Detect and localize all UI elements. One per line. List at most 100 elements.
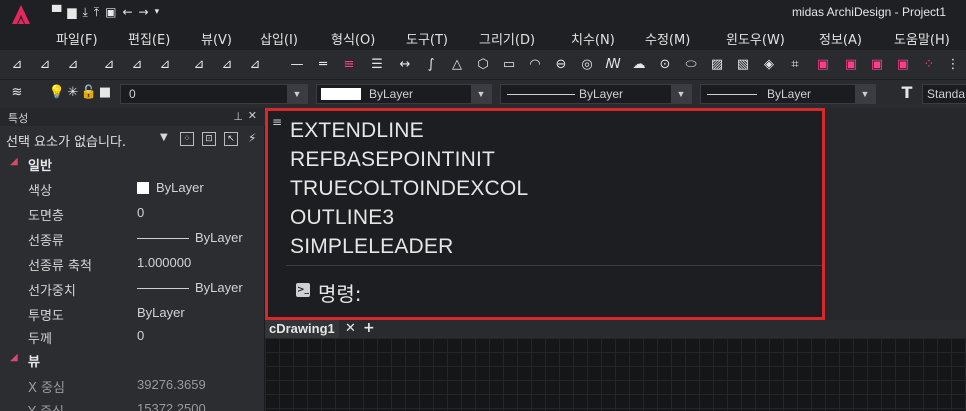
add-tab-icon[interactable]: + [363,320,375,336]
prop-row-center-y[interactable]: Y 중심 15372.2500 [0,397,265,411]
lineweight-select[interactable]: ByLayer ▼ [700,84,876,104]
open-icon[interactable]: ▆ [67,5,76,19]
prop-row-center-x[interactable]: X 중심 39276.3659 [0,373,265,397]
dim-ordinate-icon[interactable]: ⊿ [156,56,174,74]
prop-key: X 중심 [28,381,65,396]
pin-icon[interactable]: ⊥ [233,110,243,123]
command-prompt[interactable]: 명령: [318,278,362,307]
menu-info[interactable]: 정보(A) [819,29,862,48]
chevron-down-icon[interactable]: ▼ [471,85,491,103]
block-create-icon[interactable]: ▣ [842,56,860,74]
polyline-icon[interactable]: ∫ [422,56,440,74]
block-insert-icon[interactable]: ▣ [814,56,832,74]
tab-drawing1[interactable]: cDrawing1 [265,320,339,338]
menu-dimension[interactable]: 치수(N) [571,29,615,48]
quick-select-icon[interactable]: ⁘ [180,132,194,146]
undo-icon[interactable]: ← [122,5,132,19]
export-icon[interactable]: ⤒ [94,5,99,19]
dim-linear-icon[interactable]: ⊿ [8,56,26,74]
midas-logo-icon[interactable] [8,4,34,26]
ellipse-icon[interactable]: ⊙ [656,56,674,74]
customize-icon[interactable]: ▾ [155,5,160,19]
prop-row-thickness[interactable]: 두께 0 [0,324,265,348]
multiline-icon[interactable]: ☰ [368,56,386,74]
menu-file[interactable]: 파일(F) [56,29,98,48]
chevron-down-icon[interactable]: ▼ [671,85,691,103]
gradient-icon[interactable]: ▧ [734,56,752,74]
menu-insert[interactable]: 삽입(I) [260,29,298,48]
menu-icon[interactable]: ≡ [272,115,284,145]
prop-row-layer[interactable]: 도면층 0 [0,201,265,225]
dim-leader-icon[interactable]: ⊿ [246,56,264,74]
double-line-icon[interactable]: ═ [314,56,332,74]
close-icon[interactable]: ✕ [248,109,257,122]
wall-icon[interactable]: ≡ [340,56,358,74]
revcloud-icon[interactable]: ☁ [630,56,648,74]
chevron-down-icon[interactable]: ▼ [855,85,875,103]
line-icon[interactable]: — [288,56,306,74]
donut-icon[interactable]: ◎ [578,56,596,74]
menu-view[interactable]: 뷰(V) [201,29,232,48]
spline-icon[interactable]: ꟿ [604,56,622,74]
prop-value: 39276.3659 [137,377,206,392]
menu-draw[interactable]: 그리기(D) [479,29,535,48]
menu-format[interactable]: 형식(O) [331,29,375,48]
general-section[interactable]: ◢ 일반 [0,152,265,176]
chevron-down-icon[interactable]: ▼ [287,85,307,103]
layer-select[interactable]: 0 ▼ [120,84,308,104]
new-icon[interactable]: ▀ [52,5,61,19]
pickadd-icon[interactable]: ↖ [224,132,238,146]
menu-tools[interactable]: 도구(T) [406,29,448,48]
dim-aligned-icon[interactable]: ⊿ [36,56,54,74]
redo-icon[interactable]: → [139,5,149,19]
rectangle-icon[interactable]: ▭ [500,56,518,74]
dim-diameter-icon[interactable]: ⊿ [128,56,146,74]
block-write-icon[interactable]: ▣ [868,56,886,74]
polygon-icon[interactable]: ⬡ [474,56,492,74]
layer-manager-icon[interactable]: ≋ [8,84,26,102]
prop-key: 선종류 축척 [28,259,92,274]
hatch-icon[interactable]: ▨ [708,56,726,74]
triangle-icon[interactable]: △ [448,56,466,74]
circle-icon[interactable]: ⊖ [552,56,570,74]
menu-edit[interactable]: 편집(E) [128,29,170,48]
prop-row-linetype-scale[interactable]: 선종류 축척 1.000000 [0,251,265,275]
prop-row-linetype[interactable]: 선종류 ByLayer [0,226,265,250]
layer-color-icon[interactable]: ■ [96,84,114,102]
text-style-select[interactable]: Standa [922,84,966,104]
collapse-triangle-icon[interactable]: ◢ [10,352,18,363]
dim-radius-icon[interactable]: ⊿ [100,56,118,74]
prop-row-color[interactable]: 색상 ByLayer [0,176,265,200]
selection-dropdown-icon[interactable]: ▼ [160,132,168,143]
linetype-select[interactable]: ByLayer ▼ [500,84,692,104]
ray-icon[interactable]: ↔ [396,56,414,74]
lineweight-preview [707,94,757,95]
attribute-icon[interactable]: ▣ [894,56,912,74]
arc-icon[interactable]: ◠ [526,56,544,74]
command-divider [286,265,822,266]
menu-window[interactable]: 윈도우(W) [726,29,785,48]
toggle-pickadd-icon[interactable]: ⚡ [248,131,256,145]
region-icon[interactable]: ◈ [760,56,778,74]
boundary-icon[interactable]: ⌗ [786,56,804,74]
menu-modify[interactable]: 수정(M) [645,29,690,48]
view-section[interactable]: ◢ 뷰 [0,348,265,372]
more-tools-icon[interactable]: ⋮ [944,56,962,74]
dim-continue-icon[interactable]: ⊿ [218,56,236,74]
color-select[interactable]: ByLayer ▼ [316,84,492,104]
prop-row-transparency[interactable]: 투명도 ByLayer [0,301,265,325]
dim-angular-icon[interactable]: ⊿ [64,56,82,74]
save-icon[interactable]: ⤓ [82,5,87,19]
prop-value: 15372.2500 [137,401,206,411]
ellipse-arc-icon[interactable]: ⬭ [682,56,700,74]
close-icon[interactable]: ✕ [345,321,356,336]
print-icon[interactable]: ▣ [105,5,116,19]
collapse-triangle-icon[interactable]: ◢ [10,156,18,167]
menu-help[interactable]: 도움말(H) [894,29,950,48]
prop-row-lineweight[interactable]: 선가중치 ByLayer [0,276,265,300]
text-style-icon[interactable]: T [898,84,916,102]
dim-baseline-icon[interactable]: ⊿ [190,56,208,74]
point-icon[interactable]: ⁘ [920,56,938,74]
select-objects-icon[interactable]: ⊡ [202,132,216,146]
drawing-canvas[interactable] [265,338,966,411]
